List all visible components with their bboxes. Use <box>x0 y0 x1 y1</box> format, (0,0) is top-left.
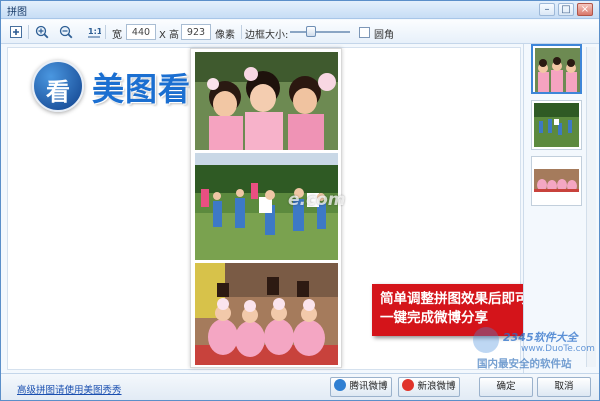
template-thumbnail-3[interactable] <box>531 156 582 206</box>
width-label: 宽 <box>112 30 122 41</box>
rounded-corner-label: 圆角 <box>374 30 394 41</box>
close-button[interactable]: × <box>577 3 593 16</box>
advanced-collage-link[interactable]: 高级拼图请使用美图秀秀 <box>17 382 122 396</box>
add-icon[interactable] <box>9 25 23 39</box>
border-size-slider-handle[interactable] <box>306 26 316 37</box>
height-input[interactable] <box>181 24 211 40</box>
border-size-label: 边框大小: <box>245 30 289 41</box>
tencent-weibo-icon <box>334 379 347 391</box>
zoom-out-icon[interactable] <box>59 25 73 39</box>
minimize-button[interactable]: – <box>539 3 555 16</box>
ok-button[interactable]: 确定 <box>479 377 533 397</box>
tencent-weibo-label: 腾讯微博 <box>349 381 388 392</box>
sina-weibo-icon <box>402 379 415 391</box>
tencent-weibo-button[interactable]: 腾讯微博 <box>330 377 392 397</box>
sina-weibo-label: 新浪微博 <box>417 381 456 392</box>
width-input[interactable] <box>126 24 156 40</box>
border-size-slider-track[interactable] <box>290 31 350 33</box>
toolbar-separator <box>241 25 242 39</box>
sina-weibo-button[interactable]: 新浪微博 <box>398 377 460 397</box>
actual-size-icon[interactable]: 1:1 <box>87 25 101 39</box>
site-watermark-title: 2345软件大全 <box>503 331 578 344</box>
collage-photo-1[interactable] <box>195 52 338 150</box>
toolbar-separator <box>105 25 106 39</box>
logo-badge-text: 看 <box>46 78 70 106</box>
title-bar: 拼图 – □ × <box>1 1 599 19</box>
site-watermark-url: www.DuoTe.com <box>521 344 595 354</box>
window-title: 拼图 <box>7 7 27 18</box>
logo-badge: 看 <box>32 60 84 112</box>
height-label: X 高 <box>159 30 180 41</box>
canvas-watermark: e.com <box>288 190 346 210</box>
cancel-button[interactable]: 取消 <box>537 377 591 397</box>
site-watermark-logo-icon <box>473 327 499 353</box>
unit-label: 像素 <box>215 30 235 41</box>
template-thumbnail-2[interactable] <box>531 100 582 150</box>
site-watermark-slogan: 国内最安全的软件站 <box>477 358 572 370</box>
collage-canvas: 看 美图看看 e.com 简单调整拼图效果后即可 一键完成微博分享 <box>7 47 561 370</box>
footer-bar: 高级拼图请使用美图秀秀 腾讯微博 新浪微博 确定 取消 <box>1 373 599 400</box>
site-watermark: 2345软件大全 www.DuoTe.com 国内最安全的软件站 <box>469 327 599 371</box>
toolbar-separator <box>28 25 29 39</box>
maximize-button[interactable]: □ <box>558 3 574 16</box>
toolbar: 1:1 宽 X 高 像素 边框大小: 圆角 <box>1 20 599 44</box>
thumbnail-scrollbar[interactable] <box>586 47 596 367</box>
collage-photo-3[interactable] <box>195 263 338 365</box>
svg-text:1:1: 1:1 <box>88 27 101 36</box>
template-thumbnail-1[interactable] <box>531 44 582 94</box>
collage-window: 拼图 – □ × 1:1 宽 X 高 像素 边框大小: 圆角 <box>0 0 600 401</box>
zoom-in-icon[interactable] <box>35 25 49 39</box>
rounded-corner-checkbox[interactable] <box>359 27 370 38</box>
